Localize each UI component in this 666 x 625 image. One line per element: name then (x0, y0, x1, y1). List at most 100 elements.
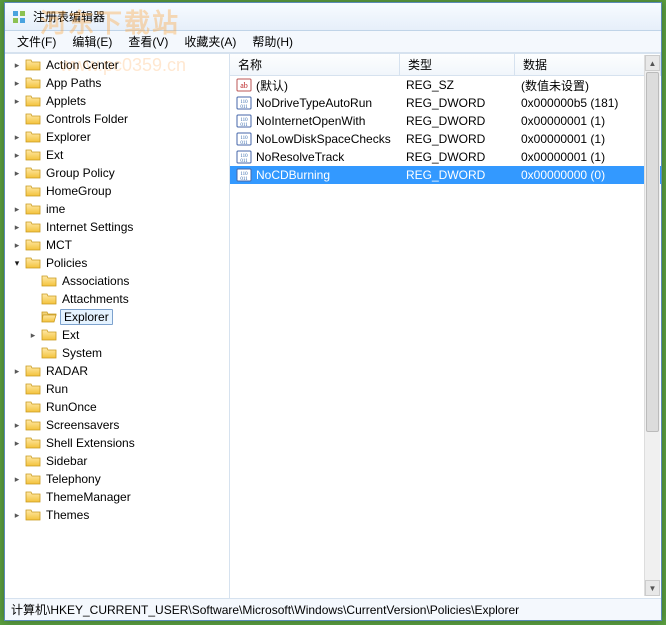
folder-icon (25, 111, 41, 127)
value-row[interactable]: NoDriveTypeAutoRunREG_DWORD0x000000b5 (1… (230, 94, 661, 112)
tree-node-label: Action Center (44, 58, 121, 72)
expander-icon[interactable]: ▸ (27, 329, 39, 341)
folder-icon (25, 219, 41, 235)
value-data: (数值未设置) (515, 77, 661, 94)
menu-edit[interactable]: 编辑(E) (64, 31, 120, 52)
expander-icon[interactable]: ▸ (11, 473, 23, 485)
expander-icon[interactable]: ▸ (11, 509, 23, 521)
folder-icon (25, 453, 41, 469)
tree-node-label: Themes (44, 508, 91, 522)
tree-node[interactable]: Associations (25, 272, 229, 290)
value-row[interactable]: NoCDBurningREG_DWORD0x00000000 (0) (230, 166, 661, 184)
expander-icon[interactable]: ▸ (11, 365, 23, 377)
tree-node-label: ime (44, 202, 67, 216)
folder-icon (41, 273, 57, 289)
tree-node[interactable]: ▸Telephony (9, 470, 229, 488)
expander-icon[interactable]: ▸ (11, 131, 23, 143)
tree-node[interactable]: Sidebar (9, 452, 229, 470)
value-data: 0x00000000 (0) (515, 168, 661, 182)
list-header: 名称 类型 数据 (230, 54, 661, 76)
tree-node[interactable]: Attachments (25, 290, 229, 308)
expander-icon[interactable]: ▾ (11, 257, 23, 269)
expander-icon (11, 455, 23, 467)
value-row[interactable]: NoInternetOpenWith REG_DWORD0x00000001 (1… (230, 112, 661, 130)
expander-icon[interactable]: ▸ (11, 437, 23, 449)
menubar: 文件(F) 编辑(E) 查看(V) 收藏夹(A) 帮助(H) (5, 31, 661, 53)
col-header-data[interactable]: 数据 (515, 54, 661, 75)
tree-node[interactable]: HomeGroup (9, 182, 229, 200)
menu-view[interactable]: 查看(V) (120, 31, 176, 52)
expander-icon[interactable]: ▸ (11, 221, 23, 233)
value-data: 0x00000001 (1) (515, 150, 661, 164)
expander-icon[interactable]: ▸ (11, 239, 23, 251)
value-type: REG_DWORD (400, 168, 515, 182)
tree-node[interactable]: ▸ ime (9, 200, 229, 218)
tree-node-label: Ext (60, 328, 81, 342)
tree-node[interactable]: ▸ Internet Settings (9, 218, 229, 236)
expander-icon[interactable]: ▸ (11, 95, 23, 107)
tree-pane[interactable]: ▸ Action Center ▸App Paths▸AppletsControls… (5, 54, 230, 598)
tree-node[interactable]: RunOnce (9, 398, 229, 416)
tree-node-label: Run (44, 382, 70, 396)
tree-node[interactable]: ThemeManager (9, 488, 229, 506)
menu-help[interactable]: 帮助(H) (244, 31, 301, 52)
value-type: REG_DWORD (400, 114, 515, 128)
scroll-thumb[interactable] (646, 72, 659, 432)
tree-node[interactable]: ▸Applets (9, 92, 229, 110)
value-name: (默认) (256, 77, 288, 94)
expander-icon (27, 293, 39, 305)
tree-node[interactable]: ▸MCT (9, 236, 229, 254)
tree-node[interactable]: ▸RADAR (9, 362, 229, 380)
window-title: 注册表编辑器 (33, 8, 105, 25)
scroll-down-button[interactable]: ▼ (645, 580, 660, 596)
scrollbar-vertical[interactable]: ▲ ▼ (644, 55, 660, 596)
col-header-name[interactable]: 名称 (230, 54, 400, 75)
tree-node[interactable]: ▸Group Policy (9, 164, 229, 182)
tree-node[interactable]: ▸ Action Center (9, 56, 229, 74)
tree-node[interactable]: ▸ Ext (25, 326, 229, 344)
value-row[interactable]: (默认)REG_SZ(数值未设置) (230, 76, 661, 94)
tree-node[interactable]: ▸Explorer (9, 128, 229, 146)
col-header-type[interactable]: 类型 (400, 54, 515, 75)
expander-icon[interactable]: ▸ (11, 203, 23, 215)
scroll-up-button[interactable]: ▲ (645, 55, 660, 71)
expander-icon[interactable]: ▸ (11, 167, 23, 179)
folder-icon (25, 201, 41, 217)
tree-node[interactable]: ▸Screensavers (9, 416, 229, 434)
expander-icon[interactable]: ▸ (11, 149, 23, 161)
menu-file[interactable]: 文件(F) (9, 31, 64, 52)
expander-icon[interactable]: ▸ (11, 419, 23, 431)
tree-node[interactable]: Explorer (25, 308, 229, 326)
expander-icon[interactable]: ▸ (11, 77, 23, 89)
folder-icon (25, 75, 41, 91)
value-list-pane[interactable]: 名称 类型 数据 (默认)REG_SZ(数值未设置)NoDriveTypeAut… (230, 54, 661, 598)
content-split: ▸ Action Center ▸App Paths▸AppletsControls… (5, 53, 661, 598)
expander-icon (11, 383, 23, 395)
value-data: 0x00000001 (1) (515, 114, 661, 128)
binary-value-icon (236, 95, 252, 111)
binary-value-icon (236, 167, 252, 183)
folder-icon (25, 183, 41, 199)
folder-icon (25, 471, 41, 487)
menu-favorites[interactable]: 收藏夹(A) (176, 31, 244, 52)
binary-value-icon (236, 131, 252, 147)
tree-node[interactable]: ▸Shell Extensions (9, 434, 229, 452)
folder-icon (25, 363, 41, 379)
registry-editor-window: 注册表编辑器 文件(F) 编辑(E) 查看(V) 收藏夹(A) 帮助(H) ▸A… (4, 2, 662, 621)
value-name: NoInternetOpenWith (256, 114, 365, 128)
tree-node-label: Internet Settings (44, 220, 135, 234)
tree-node[interactable]: Run (9, 380, 229, 398)
tree-node[interactable]: ▸ Themes (9, 506, 229, 524)
folder-icon (25, 507, 41, 523)
value-row[interactable]: NoResolveTrackREG_DWORD0x00000001 (1) (230, 148, 661, 166)
tree-node[interactable]: ▾Policies (9, 254, 229, 272)
value-row[interactable]: NoLowDiskSpaceChecksREG_DWORD0x00000001 … (230, 130, 661, 148)
titlebar[interactable]: 注册表编辑器 (5, 3, 661, 31)
expander-icon[interactable]: ▸ (11, 59, 23, 71)
tree-node[interactable]: Controls Folder (9, 110, 229, 128)
expander-icon (11, 401, 23, 413)
tree-node[interactable]: ▸Ext (9, 146, 229, 164)
folder-icon (25, 255, 41, 271)
tree-node[interactable]: System (25, 344, 229, 362)
tree-node[interactable]: ▸App Paths (9, 74, 229, 92)
